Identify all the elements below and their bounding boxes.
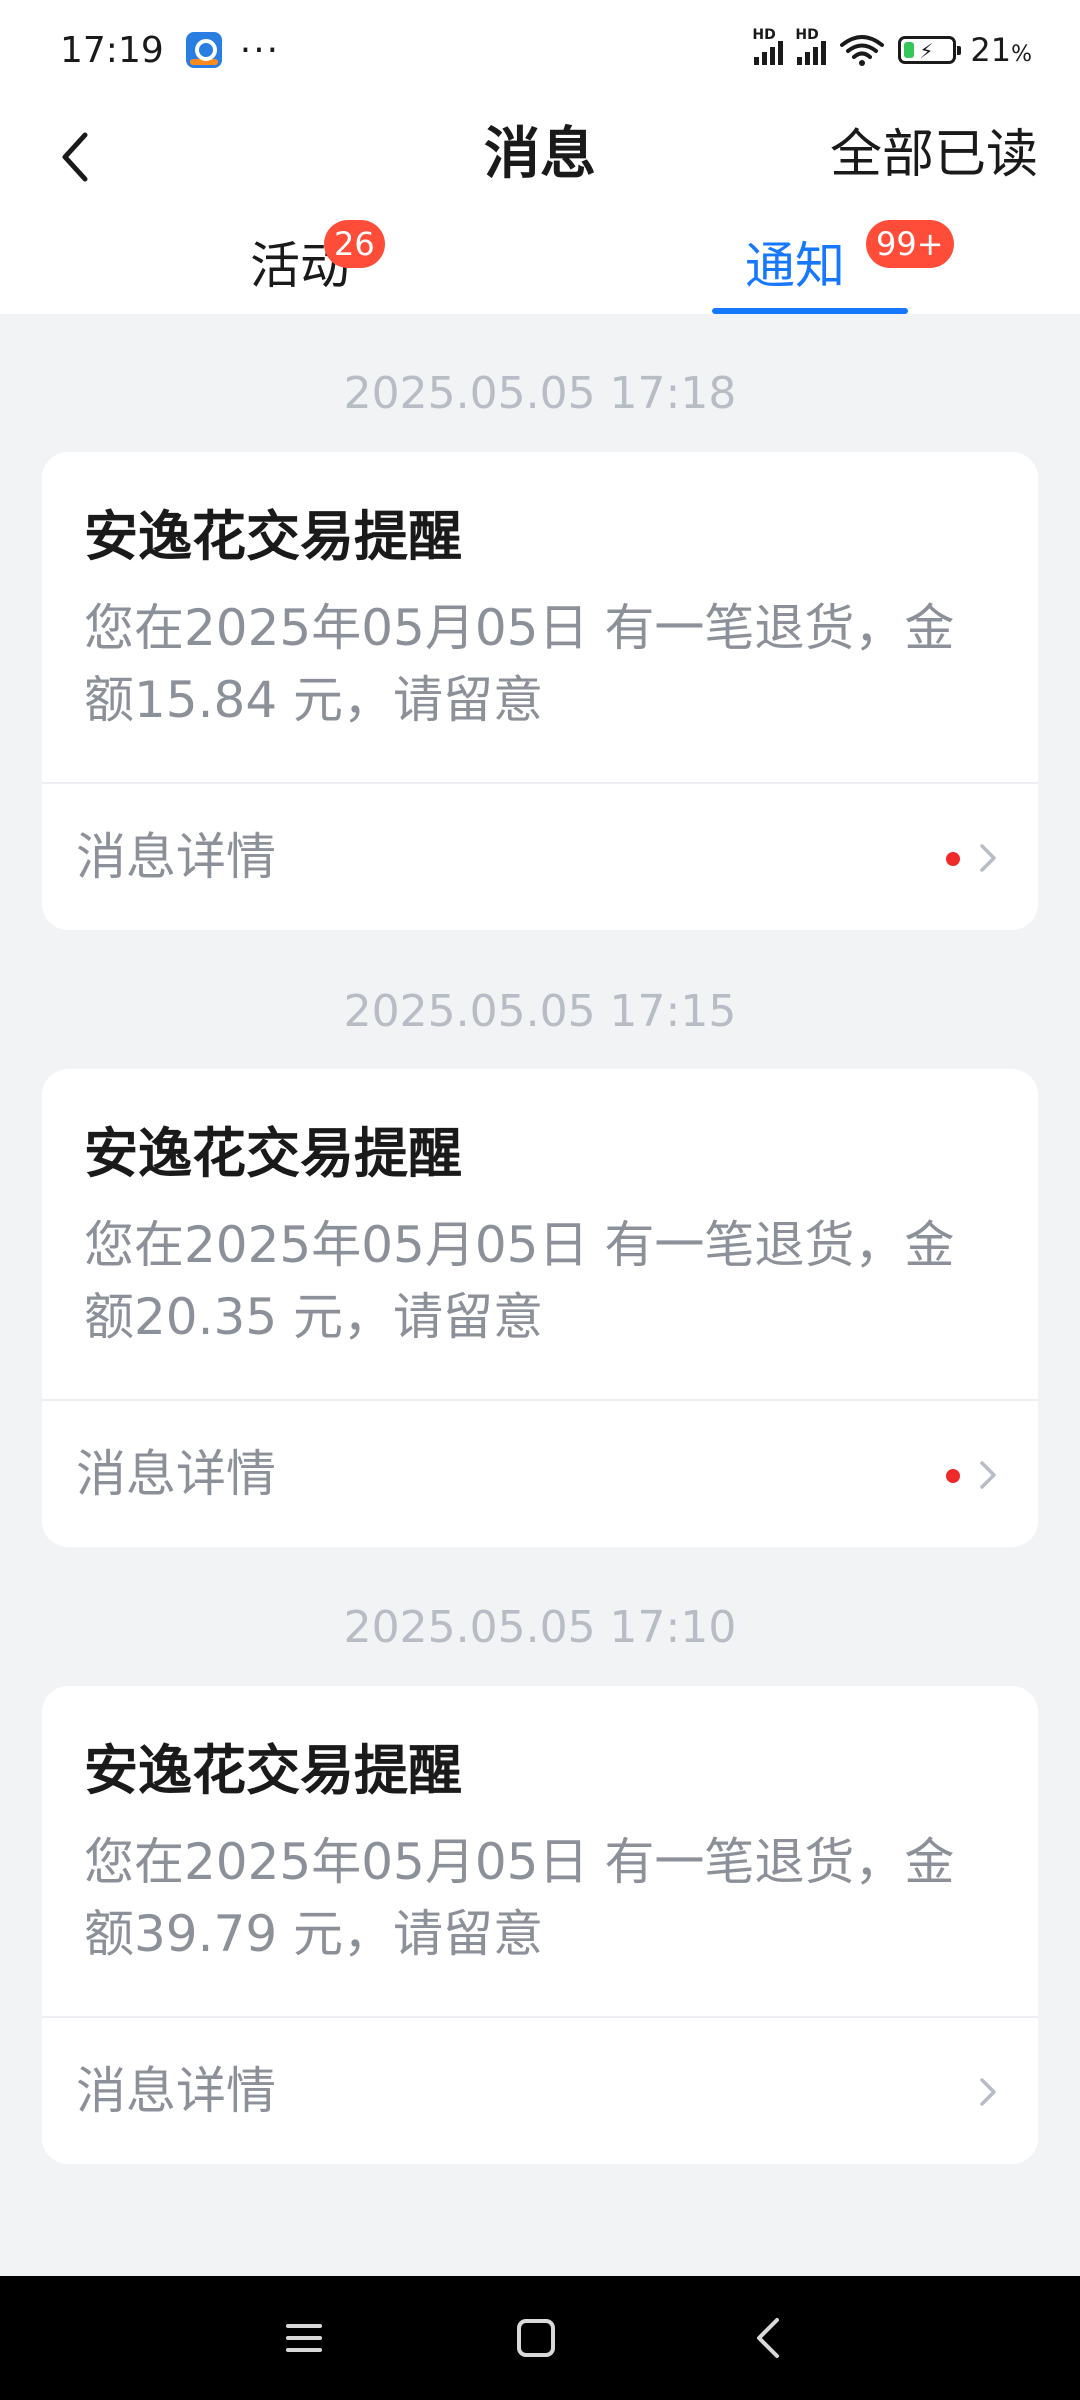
home-square-icon [517, 2319, 555, 2357]
battery-icon: ⚡ [898, 36, 962, 64]
signal-2-icon: HD [795, 27, 827, 65]
notification-body: 您在2025年05月05日 有一笔退货，金额20.35 元，请留意 [84, 1216, 955, 1346]
message-details-row[interactable]: 消息详情 [42, 2018, 1038, 2164]
status-bar: 17:19 ··· HD HD ⚡ 21% [0, 0, 1080, 100]
nav-home-button[interactable] [504, 2306, 568, 2370]
message-details-label: 消息详情 [76, 2062, 276, 2120]
tab-notifications[interactable]: 通知 99+ [720, 210, 954, 314]
notification-timestamp: 2025.05.05 17:10 [343, 1602, 737, 1653]
nav-back-button[interactable] [736, 2306, 800, 2370]
battery-percent: 21% [970, 31, 1032, 69]
chevron-right-icon [980, 2078, 996, 2106]
notification-timestamp: 2025.05.05 17:15 [343, 986, 737, 1037]
system-nav-bar [0, 2276, 1080, 2400]
hd-label: HD [795, 27, 819, 43]
status-time: 17:19 [60, 29, 164, 71]
notification-body: 您在2025年05月05日 有一笔退货，金额39.79 元，请留意 [84, 1833, 955, 1963]
chevron-left-icon [62, 132, 88, 182]
tab-notifications-label: 通知 [745, 237, 845, 295]
notification-body: 您在2025年05月05日 有一笔退货，金额15.84 元，请留意 [84, 599, 955, 729]
notification-timestamp: 2025.05.05 17:18 [343, 368, 737, 419]
message-details-row[interactable]: 消息详情 [42, 784, 1038, 930]
notification-title: 安逸花交易提醒 [84, 1122, 462, 1185]
back-button[interactable] [40, 122, 110, 192]
signal-1-icon: HD [752, 27, 784, 65]
notification-card[interactable]: 安逸花交易提醒 您在2025年05月05日 有一笔退货，金额20.35 元，请留… [42, 1069, 1038, 1547]
notification-title: 安逸花交易提醒 [84, 1739, 462, 1802]
hd-label: HD [752, 27, 776, 43]
tab-activity[interactable]: 活动 26 [200, 210, 400, 314]
message-details-label: 消息详情 [76, 1445, 276, 1503]
back-triangle-icon [757, 2318, 779, 2358]
notification-card[interactable]: 安逸花交易提醒 您在2025年05月05日 有一笔退货，金额39.79 元，请留… [42, 1686, 1038, 2164]
status-indicators: HD HD ⚡ 21% [752, 27, 1032, 69]
mark-all-read-button[interactable]: 全部已读 [830, 100, 1038, 210]
message-details-label: 消息详情 [76, 828, 276, 886]
nav-menu-button[interactable] [272, 2306, 336, 2370]
nav-header: 消息 全部已读 [0, 100, 1080, 210]
charging-bolt-icon: ⚡ [919, 39, 934, 63]
unread-dot [946, 1469, 960, 1483]
battery-fill [904, 42, 915, 58]
app-notification-icon [185, 32, 222, 68]
chevron-right-icon [980, 844, 996, 872]
status-more-indicator: ··· [239, 29, 281, 71]
wifi-icon [840, 35, 885, 66]
tab-notifications-badge: 99+ [866, 220, 954, 268]
menu-icon [286, 2324, 322, 2352]
tab-bar: 活动 26 通知 99+ [0, 210, 1080, 314]
tab-activity-badge: 26 [324, 220, 385, 268]
unread-dot [946, 852, 960, 866]
notification-card[interactable]: 安逸花交易提醒 您在2025年05月05日 有一笔退货，金额15.84 元，请留… [42, 452, 1038, 930]
chevron-right-icon [980, 1461, 996, 1489]
active-tab-indicator [712, 308, 908, 314]
message-details-row[interactable]: 消息详情 [42, 1401, 1038, 1547]
notification-title: 安逸花交易提醒 [84, 505, 462, 568]
